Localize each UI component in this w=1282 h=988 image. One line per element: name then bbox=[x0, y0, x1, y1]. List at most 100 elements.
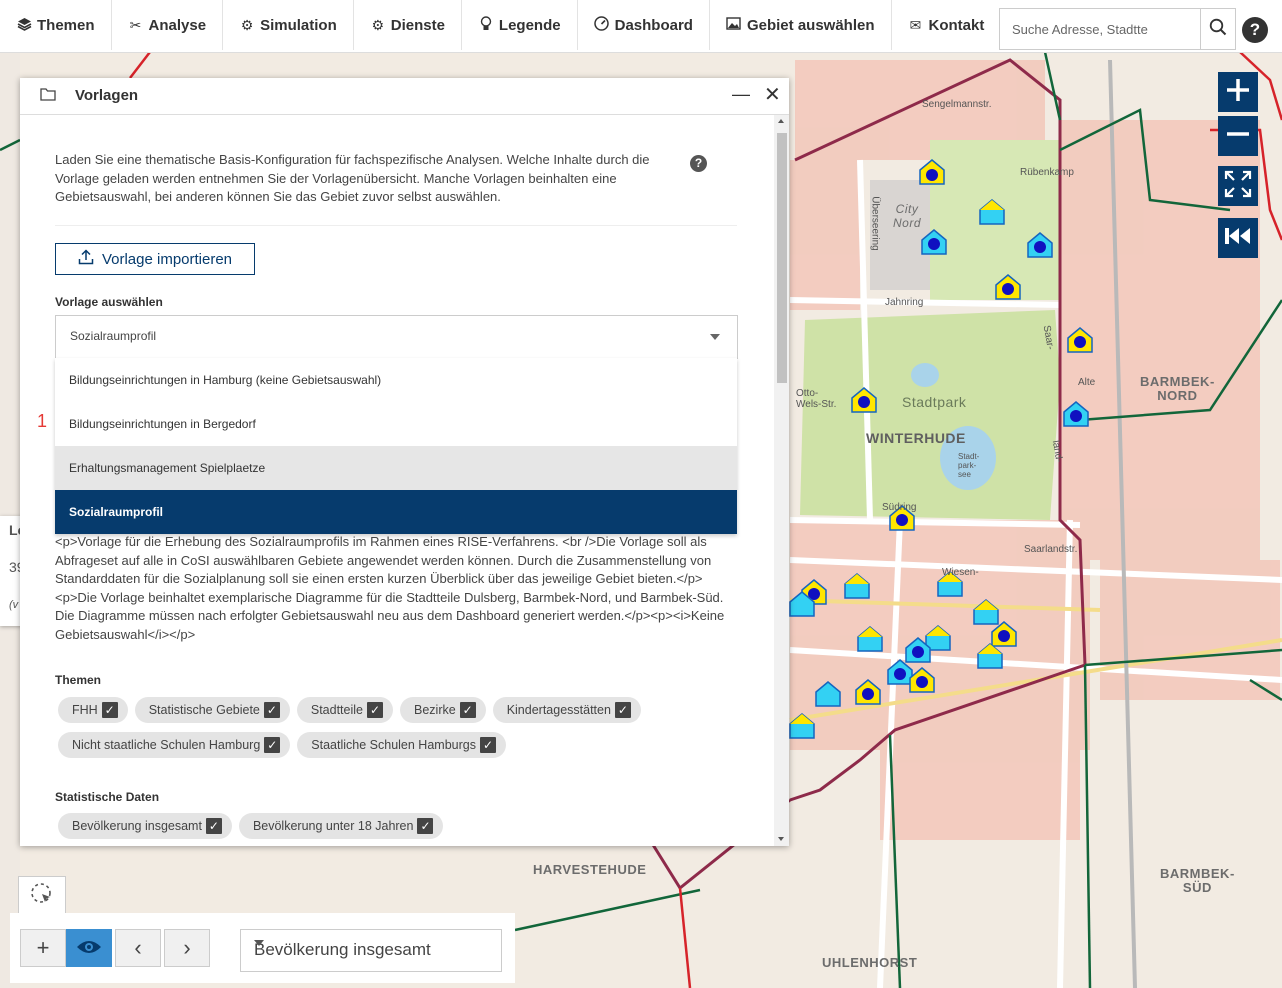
area-select-tool-button[interactable] bbox=[18, 876, 66, 916]
statistics-layer-select[interactable]: Bevölkerung insgesamt bbox=[240, 929, 502, 972]
nav-label-themen: Themen bbox=[37, 16, 95, 34]
dropdown-option[interactable]: Bildungseinrichtungen in Bergedorf bbox=[55, 402, 737, 446]
bottom-toolbar: + ‹ › Bevölkerung insgesamt bbox=[10, 913, 515, 983]
street-sengelmannstr: Sengelmannstr. bbox=[922, 99, 992, 110]
street-alte: Alte bbox=[1078, 377, 1096, 388]
checkbox-checked-icon: ✓ bbox=[264, 737, 281, 753]
minus-icon bbox=[1225, 121, 1251, 152]
help-button[interactable]: ? bbox=[1242, 17, 1268, 43]
info-card-line3: (v bbox=[9, 599, 19, 611]
scroll-thumb[interactable] bbox=[777, 133, 787, 383]
visibility-button[interactable] bbox=[66, 929, 112, 967]
map-label-stadtpark: Stadtpark bbox=[902, 394, 967, 410]
scroll-up-arrow[interactable] bbox=[778, 119, 784, 123]
chip-label: Bevölkerung unter 18 Jahren bbox=[252, 819, 414, 833]
skip-back-icon bbox=[1224, 226, 1252, 251]
add-button[interactable]: + bbox=[20, 929, 66, 967]
checkbox-checked-icon: ✓ bbox=[205, 818, 222, 834]
search-input[interactable] bbox=[1000, 9, 1200, 49]
template-select[interactable]: Sozialraumprofil bbox=[55, 315, 738, 359]
chip-theme[interactable]: Statistische Gebiete ✓ bbox=[134, 697, 290, 723]
chevron-down-icon bbox=[254, 940, 264, 946]
checkbox-checked-icon: ✓ bbox=[263, 702, 280, 718]
nav-gebiet-auswaehlen[interactable]: Gebiet auswählen bbox=[710, 0, 892, 50]
map-label-barmbek-sued: BARMBEK- SÜD bbox=[1160, 866, 1235, 895]
cog-icon: ⚙ bbox=[371, 16, 385, 33]
zoom-in-button[interactable] bbox=[1218, 72, 1258, 112]
chip-theme[interactable]: Kindertagesstätten ✓ bbox=[492, 697, 641, 723]
chip-label: Staatliche Schulen Hamburgs bbox=[311, 738, 476, 752]
nav-label-kontakt: Kontakt bbox=[928, 16, 985, 34]
nav-legende[interactable]: Legende bbox=[462, 0, 578, 50]
nav-dienste[interactable]: ⚙ Dienste bbox=[354, 0, 462, 50]
dropdown-option[interactable]: Bildungseinrichtungen in Hamburg (keine … bbox=[55, 358, 737, 402]
gear-icon: ⚙ bbox=[240, 16, 254, 33]
street-otto-wels: Otto- Wels-Str. bbox=[796, 388, 837, 410]
annotation-marker: 1 bbox=[37, 411, 48, 431]
select-value: Sozialraumprofil bbox=[70, 329, 157, 343]
chevron-down-icon bbox=[710, 334, 720, 340]
template-dropdown: Bildungseinrichtungen in Hamburg (keine … bbox=[55, 358, 737, 534]
stat-label: Statistische Daten bbox=[55, 790, 160, 804]
templates-panel: Vorlagen — ✕ Laden Sie eine thematische … bbox=[20, 78, 789, 846]
nav-label-simulation: Simulation bbox=[260, 16, 337, 34]
nav-simulation[interactable]: ⚙ Simulation bbox=[223, 0, 354, 50]
layer-select-value: Bevölkerung insgesamt bbox=[254, 940, 431, 959]
nav-label-dashboard: Dashboard bbox=[614, 16, 693, 34]
nav-analyse[interactable]: ✂ Analyse bbox=[112, 0, 224, 50]
minimize-button[interactable]: — bbox=[732, 84, 750, 105]
close-button[interactable]: ✕ bbox=[764, 82, 781, 107]
nav-dashboard[interactable]: Dashboard bbox=[578, 0, 710, 50]
zoom-out-button[interactable] bbox=[1218, 116, 1258, 156]
nav-kontakt[interactable]: ✉ Kontakt bbox=[892, 0, 1001, 50]
search-icon bbox=[1209, 18, 1227, 41]
tools-icon: ✂ bbox=[129, 16, 142, 33]
map-label-harvestehude: HARVESTEHUDE bbox=[533, 862, 647, 877]
select-label: Vorlage auswählen bbox=[55, 295, 163, 309]
layers-icon bbox=[16, 17, 32, 34]
panel-title: Vorlagen bbox=[75, 87, 139, 104]
map-label-uhlenhorst: UHLENHORST bbox=[822, 955, 918, 970]
help-icon[interactable]: ? bbox=[690, 155, 707, 172]
dropdown-option-selected[interactable]: Sozialraumprofil bbox=[55, 490, 737, 534]
import-label: Vorlage importieren bbox=[101, 250, 233, 268]
panel-scrollbar[interactable] bbox=[774, 115, 789, 846]
fullscreen-button[interactable] bbox=[1218, 166, 1258, 206]
import-template-button[interactable]: Vorlage importieren bbox=[55, 243, 255, 275]
nav-themen[interactable]: Themen bbox=[0, 0, 112, 50]
previous-button[interactable]: ‹ bbox=[115, 929, 161, 967]
search-box bbox=[999, 8, 1236, 50]
checkbox-checked-icon: ✓ bbox=[459, 702, 476, 718]
dropdown-option[interactable]: Erhaltungsmanagement Spielplaetze bbox=[55, 446, 737, 490]
map-label-winterhude: WINTERHUDE bbox=[866, 430, 966, 446]
checkbox-checked-icon: ✓ bbox=[101, 702, 118, 718]
panel-header: Vorlagen — ✕ bbox=[20, 78, 789, 115]
template-description: <p>Vorlage für die Erhebung des Sozialra… bbox=[55, 534, 725, 642]
chip-stat[interactable]: Bevölkerung insgesamt ✓ bbox=[58, 813, 232, 839]
select-pointer-icon bbox=[30, 882, 54, 911]
street-suedring: Südring bbox=[882, 502, 917, 513]
chip-theme[interactable]: FHH ✓ bbox=[58, 697, 128, 723]
checkbox-checked-icon: ✓ bbox=[479, 737, 496, 753]
chip-theme[interactable]: Stadtteile ✓ bbox=[296, 697, 393, 723]
plus-icon bbox=[1225, 77, 1251, 108]
chip-theme[interactable]: Nicht staatliche Schulen Hamburg ✓ bbox=[58, 732, 291, 758]
chip-theme[interactable]: Bezirke ✓ bbox=[400, 697, 486, 723]
street-wiesen: Wiesen- bbox=[942, 567, 979, 578]
envelope-icon: ✉ bbox=[909, 16, 922, 33]
scroll-down-arrow[interactable] bbox=[778, 837, 784, 841]
folder-icon bbox=[40, 87, 56, 106]
upload-icon bbox=[78, 249, 94, 269]
chip-label: Statistische Gebiete bbox=[148, 703, 260, 717]
chip-stat[interactable]: Bevölkerung unter 18 Jahren ✓ bbox=[238, 813, 444, 839]
chip-label: Stadtteile bbox=[310, 703, 363, 717]
eye-icon bbox=[76, 935, 102, 961]
checkbox-checked-icon: ✓ bbox=[417, 818, 434, 834]
checkbox-checked-icon: ✓ bbox=[614, 702, 631, 718]
nav-label-dienste: Dienste bbox=[390, 16, 445, 34]
next-button[interactable]: › bbox=[164, 929, 210, 967]
search-button[interactable] bbox=[1200, 9, 1235, 49]
reset-view-button[interactable] bbox=[1218, 218, 1258, 258]
stat-chips: Bevölkerung insgesamt ✓ Bevölkerung unter … bbox=[58, 813, 758, 846]
chip-theme[interactable]: Staatliche Schulen Hamburgs ✓ bbox=[297, 732, 506, 758]
